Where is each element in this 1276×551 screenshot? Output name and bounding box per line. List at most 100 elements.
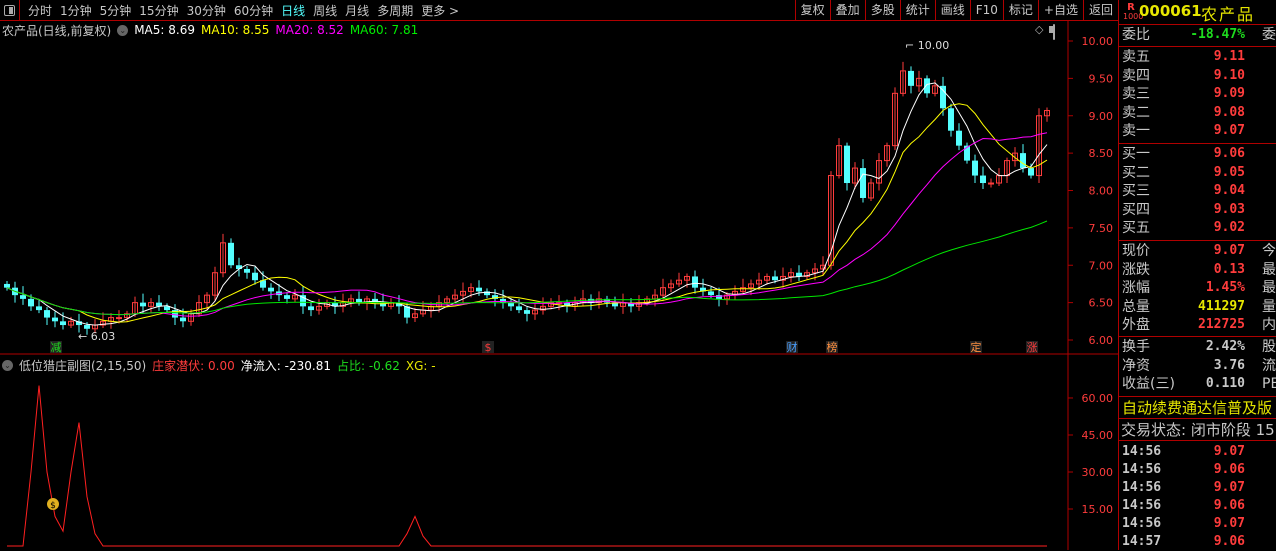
row-value: 9.07 xyxy=(1213,480,1245,495)
price-axis-label: 7.50 xyxy=(1089,222,1114,235)
candle-body xyxy=(924,78,930,94)
row-label: 涨跌 xyxy=(1122,261,1150,278)
toolbar-button[interactable]: 多股 xyxy=(864,0,900,21)
kline-chart[interactable]: 10.00 9.50 9.00 8.50 8.00 7.50 7.00 6.50 6.00 ⌐ 1… xyxy=(0,21,1118,550)
indicator-axis-label: 45.00 xyxy=(1082,429,1114,442)
candle-body xyxy=(84,325,90,329)
candle-body xyxy=(516,306,522,311)
jl-label: 净流入: xyxy=(240,359,281,373)
tick-row: 14:57 9.06 xyxy=(1122,533,1276,551)
indicator-axis-label: 30.00 xyxy=(1082,466,1114,479)
row-value: 2.42% xyxy=(1205,339,1245,354)
period-tab[interactable]: 1分钟 xyxy=(56,2,96,19)
candle-body xyxy=(20,295,26,299)
ask-row: 卖四 9.10 xyxy=(1122,67,1276,85)
candle-body xyxy=(244,268,250,273)
row-value: -18.47% xyxy=(1190,27,1245,42)
row-label: 卖四 xyxy=(1122,67,1150,84)
toolbar-button[interactable]: 统计 xyxy=(899,0,935,21)
indicator-title-bar: ⌄ 低位猎庄副图(2,15,50) 庄家潜伏: 0.00 净流入: -230.8… xyxy=(2,357,436,374)
candle-body xyxy=(164,306,170,311)
stock-code: 000061 xyxy=(1139,2,1202,20)
toolbar-button[interactable]: F10 xyxy=(969,0,1003,21)
tick-row: 14:56 9.06 xyxy=(1122,497,1276,515)
row-value: 9.06 xyxy=(1213,498,1245,513)
row-extra: 最 xyxy=(1262,261,1276,278)
row-extra: 流 xyxy=(1262,357,1276,374)
period-tab[interactable]: 月线 xyxy=(341,2,373,19)
period-tab[interactable]: 多周期 xyxy=(373,2,417,19)
candle-body xyxy=(908,70,914,86)
rong-badge: R 1000 xyxy=(1123,2,1144,22)
panel-toggle-button[interactable] xyxy=(0,0,20,21)
period-tab[interactable]: 30分钟 xyxy=(183,2,230,19)
ma20-line xyxy=(6,132,1048,317)
period-tab[interactable]: 15分钟 xyxy=(135,2,182,19)
row-value: 9.04 xyxy=(1213,183,1245,199)
event-marker: $ xyxy=(485,341,492,354)
candle-body xyxy=(284,295,290,299)
quote-row: 涨幅 1.45% 最 xyxy=(1122,279,1276,297)
period-tab[interactable]: 60分钟 xyxy=(230,2,277,19)
quote-row: 换手 2.42% 股 xyxy=(1122,338,1276,356)
zj-value: 0.00 xyxy=(208,359,235,373)
indicator-line xyxy=(7,385,1047,547)
row-value: 9.07 xyxy=(1213,123,1245,139)
candle-body xyxy=(308,306,314,311)
bid-row: 买一 9.06 xyxy=(1122,145,1276,163)
chevron-down-icon[interactable]: ⌄ xyxy=(2,360,13,371)
candle-body xyxy=(988,182,994,185)
candle-body xyxy=(140,302,146,307)
candle-body xyxy=(60,321,66,326)
ma5-line xyxy=(6,82,1048,326)
toolbar-button[interactable]: 返回 xyxy=(1082,0,1118,21)
quote-row: 现价 9.07 今 xyxy=(1122,242,1276,260)
candle-body xyxy=(44,310,50,318)
trade-status: 交易状态: 闭市阶段 15 xyxy=(1121,421,1275,439)
row-extra: 内 xyxy=(1262,317,1276,334)
row-label: 14:56 xyxy=(1122,480,1162,495)
candle-body xyxy=(860,168,866,198)
row-extra: 最 xyxy=(1262,280,1276,297)
row-value: 9.02 xyxy=(1213,220,1245,236)
quote-panel: R 1000 000061 农产品 委比 -18.47% 委卖五 9.11 卖四 9.10 卖… xyxy=(1118,0,1276,550)
row-value: 9.08 xyxy=(1213,104,1245,120)
period-tab[interactable]: 更多 > xyxy=(417,2,463,19)
xg-value: XG: - xyxy=(405,358,436,373)
row-value: 212725 xyxy=(1198,317,1245,333)
bid-row: 买三 9.04 xyxy=(1122,182,1276,200)
period-tab[interactable]: 日线 xyxy=(277,2,309,19)
ask-row: 卖三 9.09 xyxy=(1122,85,1276,103)
quote-row: 净资 3.76 流 xyxy=(1122,357,1276,375)
candle-body xyxy=(1020,153,1026,169)
row-label: 14:56 xyxy=(1122,462,1162,477)
row-value: 9.10 xyxy=(1213,67,1245,83)
period-tab[interactable]: 周线 xyxy=(309,2,341,19)
price-axis-label: 8.50 xyxy=(1089,147,1114,160)
row-label: 总量 xyxy=(1122,298,1150,315)
row-label: 委比 xyxy=(1122,27,1150,43)
candle-body xyxy=(52,317,58,322)
row-label: 买四 xyxy=(1122,201,1150,218)
row-value: 0.13 xyxy=(1213,261,1245,277)
row-value: 9.06 xyxy=(1213,534,1245,549)
toolbar-button[interactable]: +自选 xyxy=(1037,0,1083,21)
toolbar-button[interactable]: 画线 xyxy=(934,0,970,21)
quote-row: 外盘 212725 内 xyxy=(1122,316,1276,334)
toolbar-button[interactable]: 标记 xyxy=(1002,0,1038,21)
period-tab[interactable]: 分时 xyxy=(24,2,56,19)
stock-name: 农产品 xyxy=(1201,5,1256,24)
quote-row: 收益(三) 0.110 PE xyxy=(1122,375,1276,393)
zb-label: 占比: xyxy=(336,359,366,373)
candle-body xyxy=(228,242,234,266)
row-label: 买三 xyxy=(1122,183,1150,200)
candle-body xyxy=(524,310,530,314)
row-label: 换手 xyxy=(1122,339,1150,355)
price-axis-label: 9.50 xyxy=(1089,72,1114,85)
period-tab[interactable]: 5分钟 xyxy=(96,2,136,19)
candle-body xyxy=(844,145,850,184)
toolbar-button[interactable]: 叠加 xyxy=(829,0,865,21)
price-axis-label: 8.00 xyxy=(1089,185,1114,198)
toolbar-button[interactable]: 复权 xyxy=(794,0,830,21)
notice-marquee[interactable]: 自动续费通达信普及版 xyxy=(1122,399,1276,417)
